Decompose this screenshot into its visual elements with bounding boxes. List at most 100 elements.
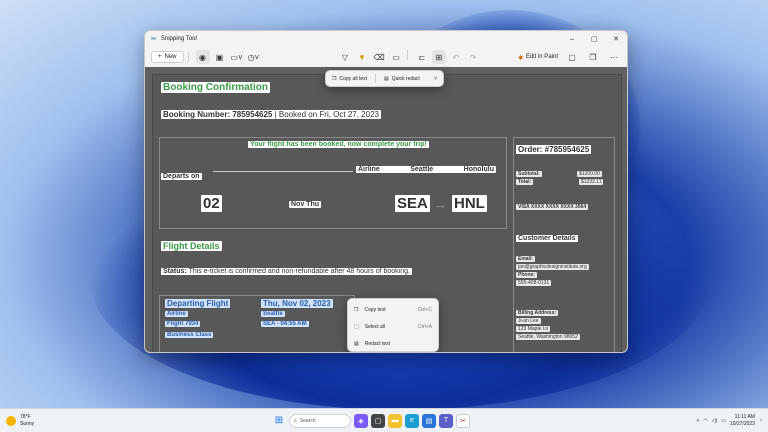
billing-label[interactable]: Billing Address: [516,310,559,316]
maximize-button[interactable]: ▢ [583,31,605,47]
text-actions-bar: ❐ Copy all text ▤ Quick redact ˅ [325,70,444,87]
snip-canvas: Booking Confirmation Booking Number: 785… [145,67,627,352]
copy-all-text-label: Copy all text [339,75,367,82]
actions-divider [375,74,376,83]
flight-details-heading[interactable]: Flight Details [161,241,222,251]
booking-title[interactable]: Booking Confirmation [161,82,270,93]
close-button[interactable]: ✕ [605,31,627,47]
email-value[interactable]: jan@graphicdesigninstitute.org [516,264,589,270]
copy-all-icon: ❐ [332,75,337,82]
edge-icon[interactable]: e [405,413,419,428]
redo-icon[interactable]: ↷ [466,50,480,64]
camera-icon[interactable]: ◉ [195,50,210,64]
chevron-up-icon[interactable]: ˄ [696,418,699,424]
copilot-icon[interactable]: ◈ [354,413,368,428]
video-icon[interactable]: ▣ [213,50,227,64]
departure-date[interactable]: Thu, Nov 02, 2023 [261,299,333,308]
airline-label[interactable]: Airline [165,311,188,317]
customer-details-heading[interactable]: Customer Details [516,235,578,242]
file-explorer-icon[interactable]: ▬ [388,413,402,428]
ruler-icon[interactable]: ▭ [389,50,403,64]
crop-icon[interactable]: ⊏ [415,50,429,64]
eraser-icon[interactable]: ⌫ [372,50,386,64]
context-menu-item[interactable]: ▤ Redact text [348,335,438,352]
flight-number[interactable]: Flight 7934 [165,321,201,327]
new-snip-button[interactable]: + New [151,51,184,63]
phone-value[interactable]: 555-408-0131 [516,280,552,286]
weather-widget[interactable]: 78°F Sunny [6,414,34,428]
taskbar-search[interactable]: ⌕ Search [289,413,351,428]
text-context-menu: ❐ Copy text Ctrl+C ⬚ Select all Ctrl+A ▤… [347,298,439,352]
start-icon[interactable]: ⊞ [272,414,286,428]
chevron-down-icon[interactable]: ˅ [434,76,437,82]
more-options-icon[interactable]: ⋯ [607,50,621,64]
context-menu-shortcut: Ctrl+C [417,306,432,313]
destination-code[interactable]: HNL [452,195,487,212]
task-view-icon[interactable]: ▢ [371,413,385,428]
phone-label[interactable]: Phone: [516,272,537,278]
status-line[interactable]: Status: This e-ticket is confirmed and n… [161,268,412,275]
departing-flight-heading[interactable]: Departing Flight [165,299,231,308]
undo-icon[interactable]: ↶ [449,50,463,64]
wifi-icon[interactable]: ◠ [703,418,707,424]
snip-mode-dropdown-icon[interactable]: ▭˅ [230,50,244,64]
email-label[interactable]: Email: [516,256,536,262]
context-menu-item[interactable]: ⬚ Select all Ctrl+A [348,318,438,335]
search-placeholder: Search [299,417,316,424]
status-label: Status: [163,268,187,275]
toolbar-divider [187,52,189,62]
save-icon[interactable]: ▢ [565,50,579,64]
copy-all-text-button[interactable]: ❐ Copy all text [332,76,367,82]
total-label[interactable]: Total: [516,179,534,185]
plus-icon: + [158,54,162,60]
toolbar-divider [407,50,408,60]
subtotal-label[interactable]: Subtotal: [516,171,542,177]
booking-number-value: Booking Number: 785954625 [163,110,273,119]
order-number[interactable]: Order: #785954625 [516,145,592,154]
from-city-header: Seattle [410,166,434,173]
search-icon: ⌕ [294,417,297,424]
taskbar: 78°F Sunny ⊞ ⌕ Search ◈ ▢ ▬ e ▤ T ✂ ˄ ◠ … [0,408,768,432]
billing-street[interactable]: 123 Maple Ln [516,326,551,332]
ballpoint-pen-icon[interactable]: ▽ [338,50,352,64]
flight-summary-box [159,137,507,229]
departure-city[interactable]: Seattle [261,311,285,317]
snipping-tool-app-icon: ✂ [151,36,157,43]
quick-redact-label: Quick redact [391,75,420,82]
clock-time: 11:11 AM [734,413,755,420]
route-header[interactable]: Airline Seattle Honolulu [356,166,496,173]
highlighter-icon[interactable]: ▼ [355,50,369,64]
departure-day[interactable]: 02 [201,195,222,212]
volume-icon[interactable]: ◁) [712,418,718,424]
clock[interactable]: 11:11 AM 10/27/2023 [730,414,755,428]
battery-icon[interactable]: ▭ [721,418,726,424]
teams-icon[interactable]: T [439,413,453,428]
text-actions-icon[interactable]: ⊞ [432,50,446,64]
delay-timer-icon[interactable]: ◷˅ [247,50,261,64]
departure-time[interactable]: SEA - 04:55 AM [261,321,309,327]
copy-icon[interactable]: ❐ [586,50,600,64]
departs-on-label[interactable]: Departs on [161,173,202,180]
context-menu-item[interactable]: ❐ Copy text Ctrl+C [348,301,438,318]
booked-banner[interactable]: Your flight has been booked, now complet… [248,141,429,148]
billing-name[interactable]: Ji-an Lee [516,318,541,324]
status-text: This e-ticket is confirmed and non-refun… [188,268,410,275]
travel-class[interactable]: Business Class [165,332,214,338]
store-icon[interactable]: ▤ [422,413,436,428]
booking-number[interactable]: Booking Number: 785954625 | Booked on Fr… [161,110,381,119]
billing-city[interactable]: Seattle, Washington 98052 [516,334,580,340]
subtotal-value[interactable]: $1200.00 [577,171,602,177]
visa-card[interactable]: VISA XXXX XXXX XXXX 3564 [516,204,589,210]
redact-icon: ▤ [354,340,359,347]
context-menu-label: Redact text [364,340,391,347]
edit-in-paint-button[interactable]: ◆ Edit in Paint [518,54,558,61]
departure-month-weekday[interactable]: Nov Thu [289,201,321,208]
notification-bell-icon[interactable]: ◔ [759,418,762,424]
minimize-button[interactable]: – [561,31,583,47]
snipping-tool-taskbar-icon[interactable]: ✂ [456,413,470,428]
departs-divider [213,171,353,172]
quick-redact-button[interactable]: ▤ Quick redact [384,76,420,82]
window-title: Snipping Tool [160,36,197,42]
total-value[interactable]: $1332.11 [579,179,604,185]
origin-code[interactable]: SEA [395,195,430,212]
